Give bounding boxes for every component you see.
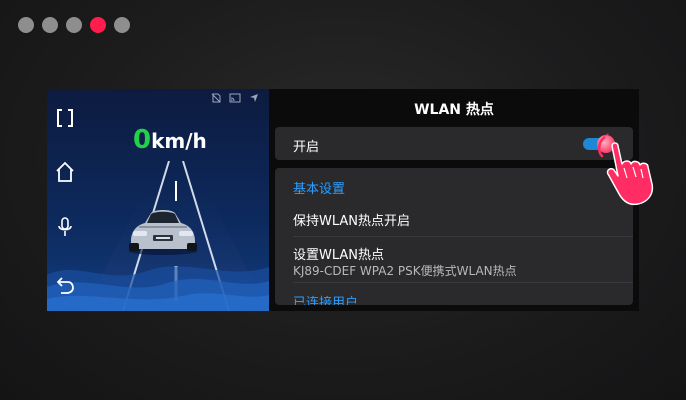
connected-users-item[interactable]: 已连接用户 (293, 292, 358, 305)
speed-unit: km/h (151, 129, 207, 153)
window-dots (18, 17, 130, 33)
car-screen: 0km/h WLAN 热点 开启 基本设置 保持WLAN热点开启 设置WLAN热… (47, 89, 639, 311)
window-dot-active[interactable] (90, 17, 106, 33)
wlan-hotspot-panel: WLAN 热点 开启 基本设置 保持WLAN热点开启 设置WLAN热点 KJ89… (269, 89, 639, 311)
cast-icon (229, 93, 241, 103)
window-dot[interactable] (114, 17, 130, 33)
page-title: WLAN 热点 (414, 102, 494, 118)
window-dot[interactable] (66, 17, 82, 33)
location-icon (250, 94, 258, 102)
configure-hotspot-item[interactable]: 设置WLAN热点 (293, 244, 384, 263)
hotspot-enable-row[interactable]: 开启 (275, 127, 633, 160)
speed-value: 0 (133, 125, 152, 155)
hotspot-enable-label: 开启 (293, 140, 320, 155)
divider (293, 236, 633, 237)
car-image (129, 210, 197, 255)
divider (293, 282, 633, 283)
configure-hotspot-subtitle: KJ89-CDEF WPA2 PSK便携式WLAN热点 (293, 264, 517, 278)
keep-hotspot-on-item[interactable]: 保持WLAN热点开启 (293, 210, 410, 229)
status-bar (211, 93, 259, 103)
home-icon[interactable] (55, 161, 75, 183)
tap-hand-icon (598, 133, 654, 206)
window-dot[interactable] (42, 17, 58, 33)
drive-panel: 0km/h (47, 89, 269, 311)
microphone-icon[interactable] (55, 216, 75, 238)
left-rail (47, 89, 83, 311)
section-header-basic: 基本设置 (293, 182, 346, 197)
window-dot[interactable] (18, 17, 34, 33)
no-sim-icon (211, 93, 221, 103)
speed-readout: 0km/h (133, 125, 207, 155)
back-icon[interactable] (55, 273, 75, 295)
settings-list: 基本设置 保持WLAN热点开启 设置WLAN热点 KJ89-CDEF WPA2 … (275, 168, 633, 305)
fullscreen-icon[interactable] (55, 107, 75, 129)
